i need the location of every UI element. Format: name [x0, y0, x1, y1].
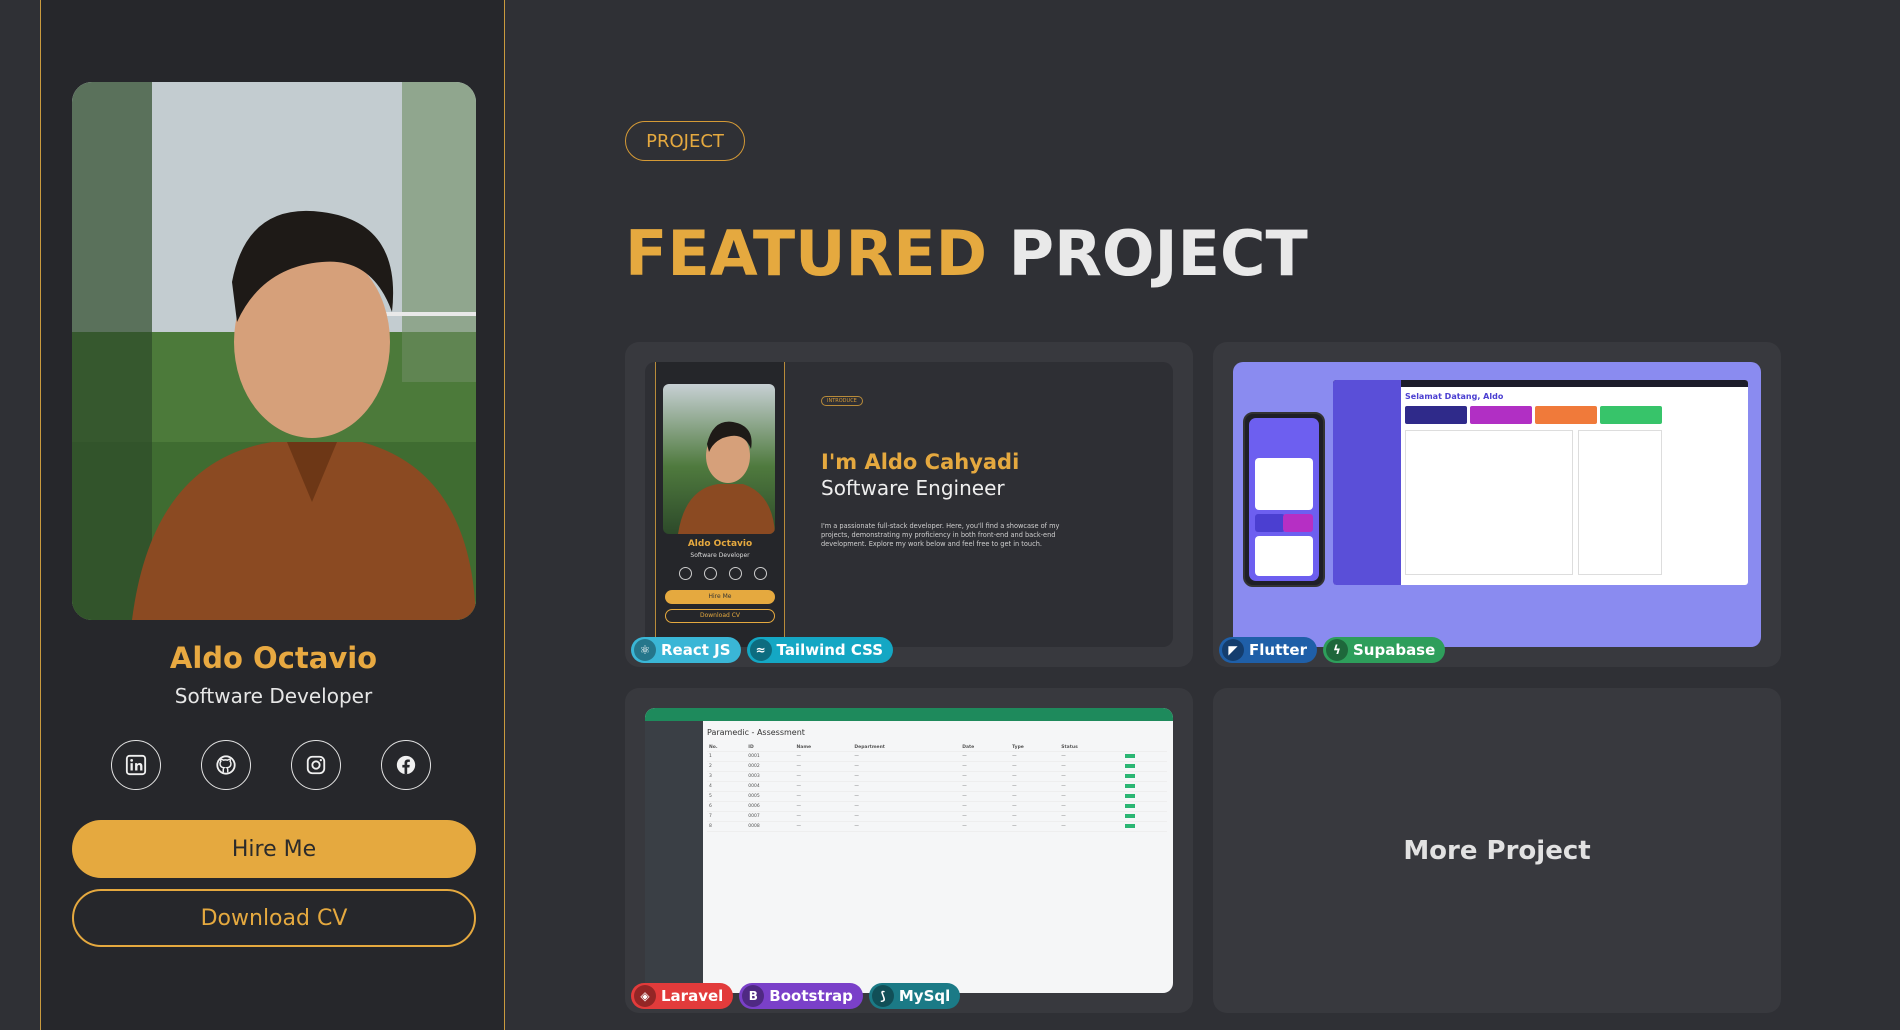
preview-table: No. ID Name Department Date Type Status 1 0001—…: [707, 743, 1167, 832]
project-preview-image: Paramedic - Assessment No. ID Name Departme…: [645, 708, 1173, 993]
tech-badge-mysql: ⟆ MySql: [868, 983, 961, 1009]
instagram-icon[interactable]: [291, 740, 341, 790]
tech-badges: ◈ Laravel B Bootstrap ⟆ MySql: [631, 983, 961, 1009]
tech-badge-label: Laravel: [661, 987, 724, 1005]
profile-role: Software Developer: [174, 684, 373, 708]
preview-sidebar: [645, 721, 703, 993]
preview-intro-tag: INTRODUCE: [821, 396, 863, 406]
tech-badge-bootstrap: B Bootstrap: [739, 983, 863, 1009]
section-tag: PROJECT: [625, 121, 745, 161]
project-card-semyang-app[interactable]: Selamat Datang, Aldo ◤ Flutter ϟ Supabas…: [1213, 342, 1781, 667]
facebook-icon[interactable]: [381, 740, 431, 790]
project-preview-image: Aldo Octavio Software Developer Hire Me …: [645, 362, 1173, 647]
preview-heading-role: Software Engineer: [821, 476, 1005, 500]
profile-sidebar: Aldo Octavio Software Developer Hire Me …: [40, 0, 505, 1030]
hire-me-button[interactable]: Hire Me: [72, 820, 476, 878]
more-project-card[interactable]: More Project: [1213, 688, 1781, 1013]
mysql-icon: ⟆: [871, 985, 894, 1007]
tech-badge-label: Supabase: [1352, 641, 1436, 659]
download-cv-button[interactable]: Download CV: [72, 889, 476, 947]
preview-cv-button: Download CV: [665, 609, 775, 623]
preview-heading-name: I'm Aldo Cahyadi: [821, 450, 1020, 474]
tech-badge-label: MySql: [898, 987, 951, 1005]
tech-badge-react: ⚛ React JS: [631, 637, 741, 663]
react-icon: ⚛: [634, 639, 656, 661]
preview-greeting: Selamat Datang, Aldo: [1405, 392, 1504, 401]
title-rest: PROJECT: [1008, 217, 1308, 290]
project-preview-image: Selamat Datang, Aldo: [1233, 362, 1761, 647]
tech-badge-laravel: ◈ Laravel: [631, 983, 734, 1009]
preview-page-title: Paramedic - Assessment: [707, 728, 805, 737]
preview-social-dots: [679, 567, 767, 580]
title-highlight: FEATURED: [625, 217, 988, 290]
preview-photo: [663, 384, 775, 534]
bootstrap-icon: B: [742, 985, 765, 1007]
more-project-label: More Project: [1403, 835, 1591, 866]
tech-badges: ⚛ React JS ≈ Tailwind CSS: [631, 637, 894, 663]
tech-badge-label: Bootstrap: [769, 987, 853, 1005]
tech-badge-label: Tailwind CSS: [776, 641, 884, 659]
preview-mini-name: Aldo Octavio: [687, 539, 753, 549]
tech-badge-label: Flutter: [1249, 641, 1307, 659]
tech-badges: ◤ Flutter ϟ Supabase: [1219, 637, 1446, 663]
tailwind-icon: ≈: [749, 639, 772, 661]
supabase-icon: ϟ: [1325, 639, 1348, 661]
tech-badge-tailwind: ≈ Tailwind CSS: [746, 637, 894, 663]
preview-desktop: Selamat Datang, Aldo: [1333, 380, 1748, 585]
preview-paragraph: I'm a passionate full-stack developer. H…: [821, 522, 1060, 548]
tech-badge-supabase: ϟ Supabase: [1322, 637, 1446, 663]
tech-badge-flutter: ◤ Flutter: [1219, 637, 1317, 663]
preview-hire-button: Hire Me: [665, 590, 775, 604]
linkedin-icon[interactable]: [111, 740, 161, 790]
project-card-avian-medical[interactable]: Paramedic - Assessment No. ID Name Departme…: [625, 688, 1193, 1013]
tech-badge-label: React JS: [661, 641, 731, 659]
preview-phone: [1243, 412, 1325, 587]
preview-topbar: [645, 708, 1173, 721]
page-title: FEATURED PROJECT: [625, 217, 1308, 290]
preview-mini-role: Software Developer: [690, 552, 750, 559]
github-icon[interactable]: [201, 740, 251, 790]
flutter-icon: ◤: [1222, 639, 1244, 661]
project-card-portfolio[interactable]: Aldo Octavio Software Developer Hire Me …: [625, 342, 1193, 667]
profile-photo: [72, 82, 476, 620]
social-links: [111, 740, 441, 790]
laravel-icon: ◈: [634, 985, 656, 1007]
profile-name: Aldo Octavio: [169, 641, 378, 675]
